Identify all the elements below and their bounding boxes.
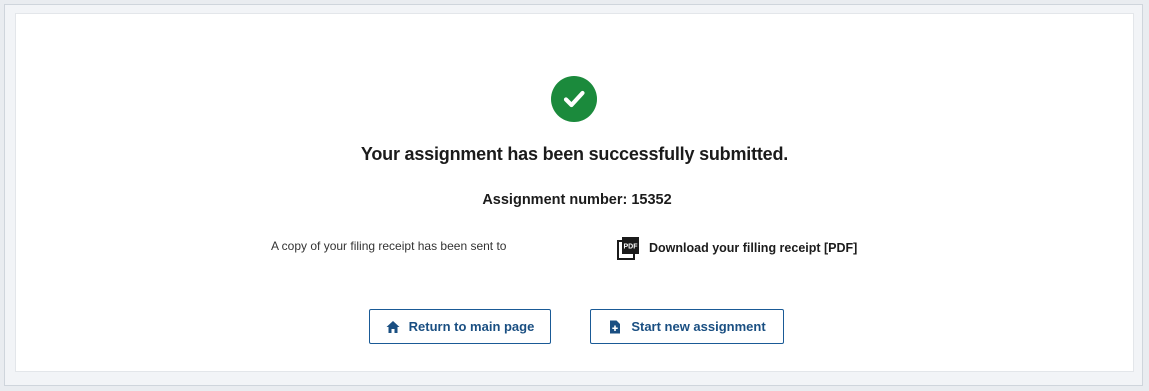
assignment-number-line: Assignment number: 15352 <box>0 192 1149 208</box>
start-new-assignment-label: Start new assignment <box>631 319 766 334</box>
file-plus-icon <box>610 320 621 333</box>
check-circle-icon <box>551 76 597 122</box>
receipt-sent-text: A copy of your filing receipt has been s… <box>271 239 507 253</box>
home-icon <box>386 320 400 333</box>
start-new-assignment-button[interactable]: Start new assignment <box>590 309 784 344</box>
pdf-icon-text: PDF <box>624 244 639 251</box>
return-main-page-label: Return to main page <box>408 319 535 334</box>
assignment-number-value: 15352 <box>631 192 672 208</box>
return-main-page-button[interactable]: Return to main page <box>369 309 551 344</box>
pdf-file-icon: PDF <box>617 237 639 260</box>
assignment-number-label: Assignment number: <box>482 192 628 208</box>
download-receipt-link[interactable]: PDF Download your filling receipt [PDF] <box>617 236 857 260</box>
confirmation-title: Your assignment has been successfully su… <box>360 144 789 164</box>
download-receipt-label: Download your filling receipt [PDF] <box>649 241 858 255</box>
